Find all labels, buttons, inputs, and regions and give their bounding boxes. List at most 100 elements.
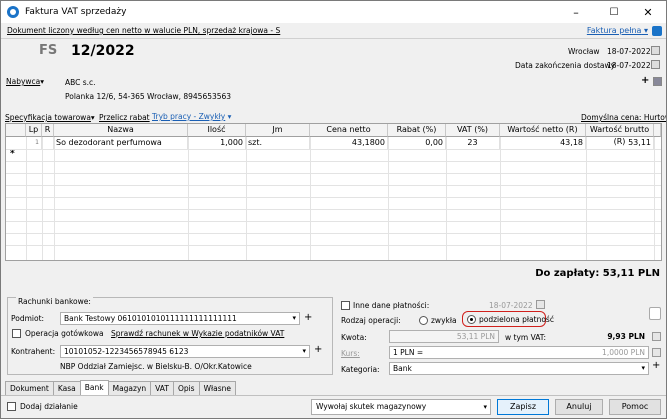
row-name[interactable]: So dezodorant perfumowa [54,137,188,149]
place-label: Wrocław [568,47,600,56]
contractor-label: Kontrahent: [11,347,56,356]
buyer-list-icon[interactable] [653,77,662,86]
items-table: Lp R Nazwa Ilość Jm Cena netto Rabat (%)… [5,123,662,261]
row-r[interactable] [42,137,54,149]
category-label: Kategoria: [341,365,380,374]
other-payment-checkbox[interactable] [341,301,350,310]
other-payment-calendar-icon [536,300,545,309]
tab-description[interactable]: Opis [172,381,200,395]
row-gross-value[interactable]: 53,11 [586,137,654,149]
rate-link: Kurs: [341,349,360,358]
entity-select[interactable]: Bank Testowy 0610101010111111111111111 ▾ [60,312,300,325]
cash-operation-label: Operacja gotówkowa [25,329,104,338]
contractor-account-select[interactable]: 10101052-1223456578945 6123 ▾ [60,345,310,358]
amount-field: 53,11 PLN [389,330,499,343]
maximize-button[interactable]: ☐ [595,1,633,23]
document-number[interactable]: 12/2022 [71,43,135,59]
tab-bank[interactable]: Bank [79,380,109,395]
split-payment-label: podzielona płatność [479,315,554,324]
buyer-name[interactable]: ABC s.c. [65,78,96,87]
category-select[interactable]: Bank ▾ [389,362,649,375]
recalculate-discount-link[interactable]: Przelicz rabat [99,113,150,122]
vat-amount-icon[interactable] [652,332,661,341]
title-bar: Faktura VAT sprzedaży – ☐ ✕ [1,1,666,23]
document-info-link[interactable]: Dokument liczony według cen netto w walu… [7,26,280,35]
contractor-add-icon[interactable]: + [314,344,322,355]
entity-add-icon[interactable]: + [304,312,312,323]
split-payment-icon[interactable] [649,307,661,320]
row-qty[interactable]: 1,000 [188,137,246,149]
invoice-mode-link[interactable]: Faktura pełna ▾ [587,26,648,35]
spec-link[interactable]: Specyfikacja towarowa▾ [5,113,95,122]
invoice-window: Faktura VAT sprzedaży – ☐ ✕ Dokument lic… [0,0,667,419]
other-payment-label: Inne dane płatności: [353,301,430,310]
row-lp: 1 [26,137,42,149]
rate-field: 1 PLN = 1,0000 PLN [389,346,649,359]
row-unit[interactable]: szt. [246,137,310,149]
cancel-button[interactable]: Anuluj [555,399,603,415]
tab-vat[interactable]: VAT [150,381,174,395]
window-title: Faktura VAT sprzedaży [25,7,127,17]
row-vat[interactable]: 23 [446,137,500,149]
document-type: FS [39,43,58,58]
col-lp[interactable]: Lp [26,124,42,137]
tab-document[interactable]: Dokument [5,381,54,395]
rate-result: 1,0000 PLN [602,348,645,357]
tab-custom[interactable]: Własne [198,381,237,395]
total-due: Do zapłaty: 53,11 PLN [535,268,660,279]
tab-bar: Dokument Kasa Bank Magazyn VAT Opis Włas… [5,380,237,395]
entity-label: Podmiot: [11,314,45,323]
minimize-button[interactable]: – [557,1,595,23]
col-net-price[interactable]: Cena netto [310,124,388,137]
col-gross-value[interactable]: Wartość brutto (R) [586,124,654,146]
split-payment-radio[interactable] [467,315,476,324]
normal-operation-label: zwykła [431,316,457,325]
bank-accounts-label: Rachunki bankowe: [16,297,93,306]
tab-cash[interactable]: Kasa [52,381,81,395]
buyer-label[interactable]: Nabywca▾ [6,77,44,86]
row-net-price[interactable]: 43,1800 [310,137,388,149]
col-r[interactable]: R [42,124,54,137]
row-net-value[interactable]: 43,18 [500,137,586,149]
save-button[interactable]: Zapisz [497,399,549,415]
other-payment-date: 18-07-2022 [489,301,533,310]
vat-amount-field: 9,93 PLN [607,332,645,341]
delivery-date[interactable]: 18-07-2022 [607,61,651,70]
help-button[interactable]: Pomoc [609,399,661,415]
app-icon [7,6,19,18]
col-vat[interactable]: VAT (%) [446,124,500,137]
rate-icon [652,348,661,357]
warehouse-effect-select[interactable]: Wywołaj skutek magazynowy ▾ [311,399,491,415]
new-row-marker[interactable]: * [8,149,24,161]
delivery-date-label: Data zakończenia dostawy [515,61,616,70]
col-name[interactable]: Nazwa [54,124,188,137]
default-price-link[interactable]: Domyślna cena: Hurtowa [581,113,666,122]
amount-label: Kwota: [341,333,367,342]
issue-date[interactable]: 18-07-2022 [607,47,651,56]
mode-icon[interactable] [652,26,662,36]
check-account-link[interactable]: Sprawdź rachunek w Wykazie podatników VA… [111,329,284,338]
work-mode-link[interactable]: Tryb pracy - Zwykły ▾ [152,112,231,121]
cash-operation-checkbox[interactable] [12,329,21,338]
footer-bar: Dodaj działanie Wywołaj skutek magazynow… [1,395,666,418]
category-add-icon[interactable]: + [652,360,660,371]
tab-warehouse[interactable]: Magazyn [107,381,152,395]
close-button[interactable]: ✕ [629,1,666,23]
bank-accounts-panel: Rachunki bankowe: Podmiot: Bank Testowy … [7,297,333,375]
normal-operation-radio[interactable] [419,316,428,325]
col-discount[interactable]: Rabat (%) [388,124,446,137]
vat-amount-label: w tym VAT: [505,333,547,342]
document-info-bar: Dokument liczony według cen netto w walu… [1,23,666,39]
add-action-checkbox[interactable] [7,402,16,411]
col-qty[interactable]: Ilość [188,124,246,137]
buyer-address[interactable]: Polanka 12/6, 54-365 Wrocław, 8945653563 [65,92,231,101]
add-action-label: Dodaj działanie [20,402,78,411]
delivery-calendar-icon[interactable] [651,60,660,69]
operation-type-label: Rodzaj operacji: [341,316,401,325]
row-discount[interactable]: 0,00 [388,137,446,149]
col-unit[interactable]: Jm [246,124,310,137]
calendar-icon[interactable] [651,46,660,55]
bank-info: NBP Oddział Zamiejsc. w Bielsku-B. O/Okr… [60,362,252,371]
col-net-value[interactable]: Wartość netto (R) [500,124,586,137]
add-buyer-icon[interactable]: + [641,75,649,86]
